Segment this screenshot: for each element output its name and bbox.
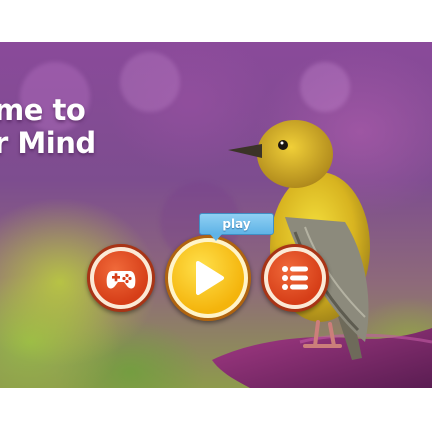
list-icon [282,266,308,290]
tooltip-pointer [210,234,222,241]
games-button[interactable] [87,244,155,312]
welcome-title: me to r Mind [0,93,96,160]
play-icon [196,261,224,295]
play-button[interactable] [165,235,251,321]
games-button-face [94,251,148,305]
gamepad-icon [106,271,136,289]
menu-button-face [268,251,322,305]
menu-button[interactable] [261,244,329,312]
play-tooltip: play [199,213,274,241]
play-button-face [172,242,244,314]
play-tooltip-label: play [222,217,251,231]
